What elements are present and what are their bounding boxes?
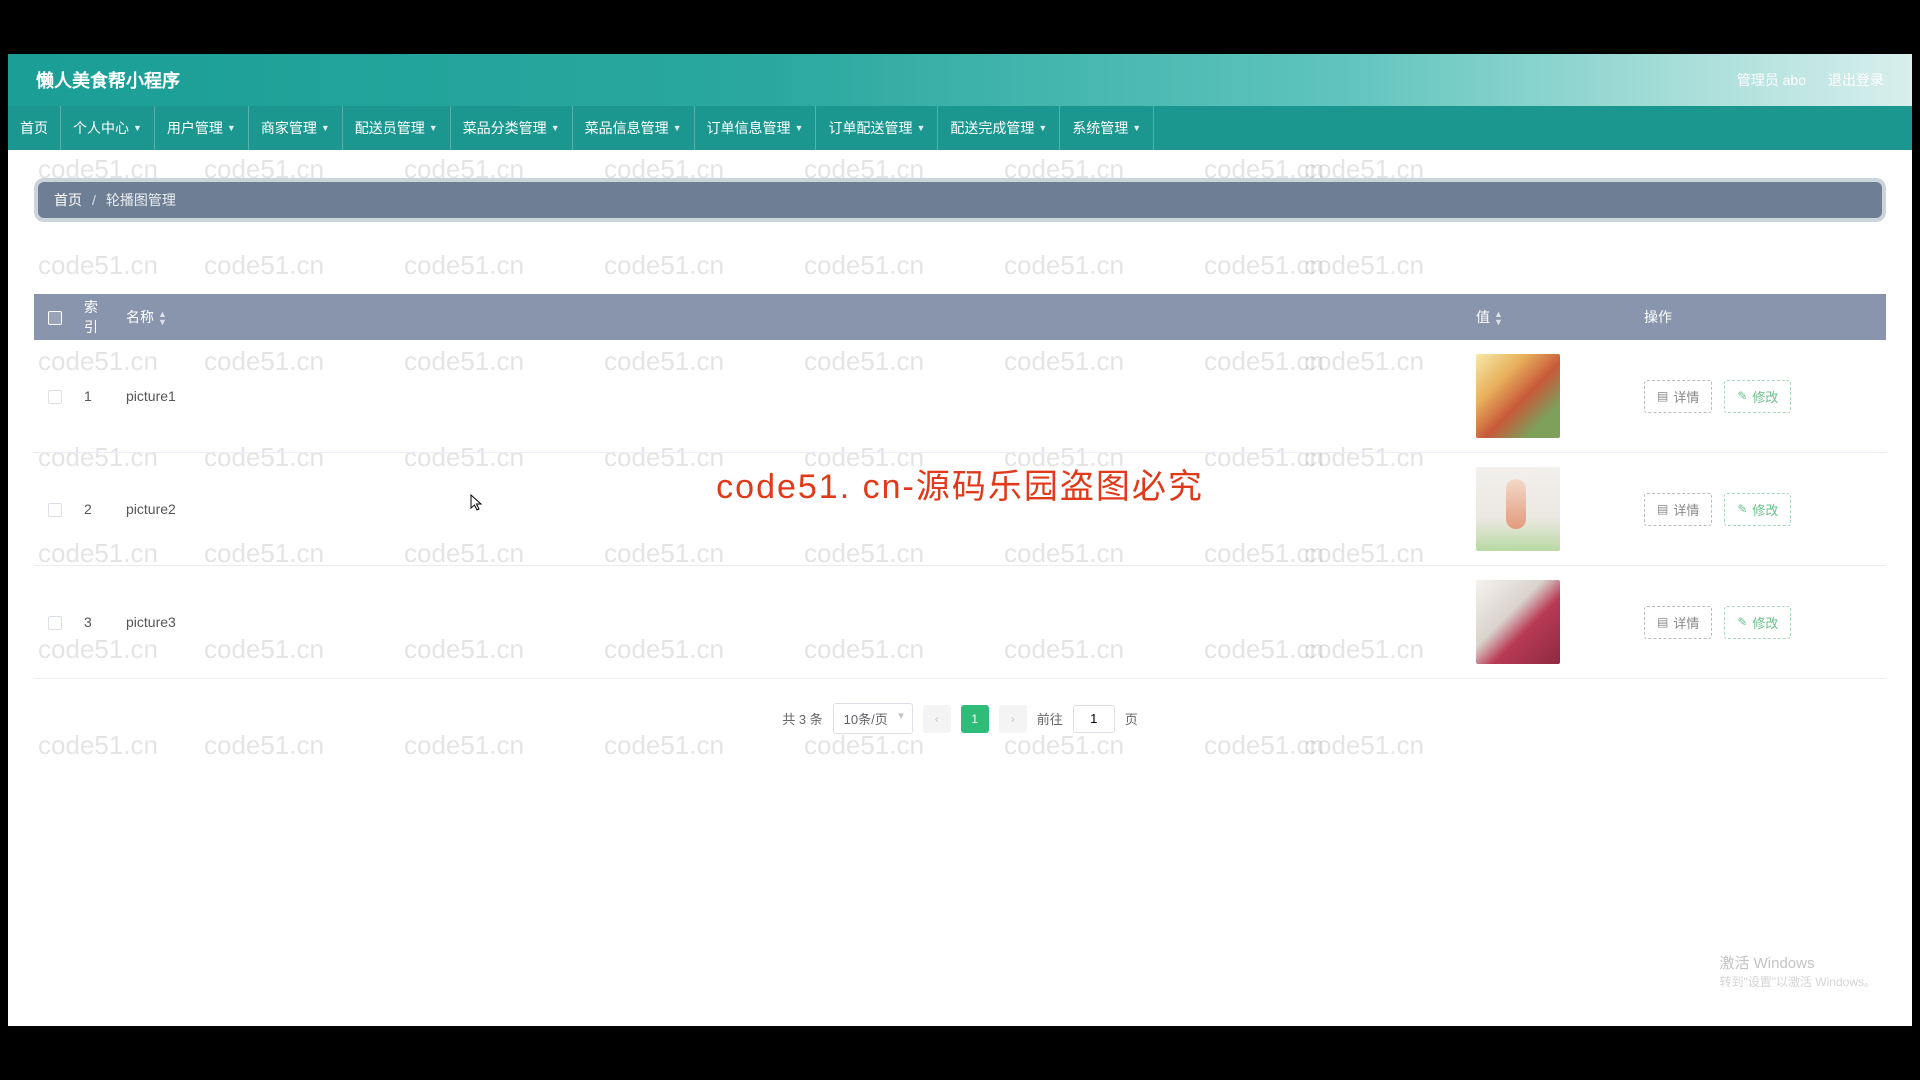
- row-checkbox[interactable]: [48, 616, 62, 630]
- row-name: picture2: [118, 453, 1468, 566]
- row-index: 1: [76, 340, 118, 453]
- detail-button[interactable]: ▤详情: [1644, 493, 1712, 526]
- goto-page-input[interactable]: [1073, 705, 1115, 733]
- nav-item-8[interactable]: 订单配送管理▼: [816, 106, 938, 150]
- chevron-down-icon: ▼: [1038, 123, 1047, 133]
- nav-item-9[interactable]: 配送完成管理▼: [938, 106, 1060, 150]
- data-table: 索引 名称▲▼ 值▲▼ 操作 1picture1 ▤详情 ✎修改 2picture2 ▤…: [34, 294, 1886, 679]
- nav-item-1[interactable]: 个人中心▼: [61, 106, 155, 150]
- row-index: 2: [76, 453, 118, 566]
- chevron-down-icon: ▼: [1132, 123, 1141, 133]
- edit-icon: ✎: [1737, 502, 1747, 516]
- app-title: 懒人美食帮小程序: [36, 67, 180, 93]
- detail-button[interactable]: ▤详情: [1644, 606, 1712, 639]
- row-checkbox[interactable]: [48, 390, 62, 404]
- nav-item-2[interactable]: 用户管理▼: [155, 106, 249, 150]
- col-name[interactable]: 名称▲▼: [118, 294, 1468, 340]
- table-row: 1picture1 ▤详情 ✎修改: [34, 340, 1886, 453]
- chevron-down-icon: ▼: [673, 123, 682, 133]
- col-ops: 操作: [1636, 294, 1886, 340]
- chevron-down-icon: ▼: [795, 123, 804, 133]
- breadcrumb: 首页 / 轮播图管理: [34, 178, 1886, 222]
- nav-item-0[interactable]: 首页: [8, 106, 61, 150]
- nav-item-5[interactable]: 菜品分类管理▼: [451, 106, 573, 150]
- next-page-button[interactable]: ›: [999, 705, 1027, 733]
- nav-item-6[interactable]: 菜品信息管理▼: [573, 106, 695, 150]
- detail-button[interactable]: ▤详情: [1644, 380, 1712, 413]
- row-thumbnail: [1476, 580, 1560, 664]
- goto-suffix: 页: [1125, 709, 1138, 728]
- edit-button[interactable]: ✎修改: [1724, 493, 1791, 526]
- edit-icon: ✎: [1737, 615, 1747, 629]
- chevron-down-icon: ▼: [429, 123, 438, 133]
- row-index: 3: [76, 566, 118, 679]
- table-row: 2picture2 ▤详情 ✎修改: [34, 453, 1886, 566]
- edit-icon: ✎: [1737, 389, 1747, 403]
- chevron-down-icon: ▼: [551, 123, 560, 133]
- logout-link[interactable]: 退出登录: [1828, 70, 1884, 90]
- row-thumbnail: [1476, 467, 1560, 551]
- nav-item-3[interactable]: 商家管理▼: [249, 106, 343, 150]
- row-name: picture1: [118, 340, 1468, 453]
- detail-icon: ▤: [1657, 389, 1668, 403]
- chevron-down-icon: ▼: [321, 123, 330, 133]
- row-checkbox[interactable]: [48, 503, 62, 517]
- detail-icon: ▤: [1657, 502, 1668, 516]
- page-size-select[interactable]: 10条/页: [833, 703, 913, 734]
- breadcrumb-home[interactable]: 首页: [54, 190, 82, 210]
- prev-page-button[interactable]: ‹: [923, 705, 951, 733]
- nav-item-4[interactable]: 配送员管理▼: [343, 106, 451, 150]
- edit-button[interactable]: ✎修改: [1724, 606, 1791, 639]
- row-name: picture3: [118, 566, 1468, 679]
- windows-activation-notice: 激活 Windows 转到"设置"以激活 Windows。: [1719, 952, 1876, 990]
- col-index: 索引: [76, 294, 118, 340]
- edit-button[interactable]: ✎修改: [1724, 380, 1791, 413]
- sort-icon: ▲▼: [1494, 310, 1503, 326]
- header-bar: 懒人美食帮小程序 管理员 abo 退出登录: [8, 54, 1912, 106]
- nav-bar: 首页个人中心▼用户管理▼商家管理▼配送员管理▼菜品分类管理▼菜品信息管理▼订单信…: [8, 106, 1912, 150]
- detail-icon: ▤: [1657, 615, 1668, 629]
- sort-icon: ▲▼: [158, 310, 167, 326]
- chevron-down-icon: ▼: [916, 123, 925, 133]
- col-value[interactable]: 值▲▼: [1468, 294, 1636, 340]
- nav-item-10[interactable]: 系统管理▼: [1060, 106, 1154, 150]
- goto-prefix: 前往: [1037, 709, 1063, 728]
- chevron-down-icon: ▼: [133, 123, 142, 133]
- table-row: 3picture3 ▤详情 ✎修改: [34, 566, 1886, 679]
- admin-label[interactable]: 管理员 abo: [1737, 70, 1806, 90]
- page-1-button[interactable]: 1: [961, 705, 989, 733]
- breadcrumb-sep: /: [92, 192, 96, 208]
- chevron-down-icon: ▼: [227, 123, 236, 133]
- nav-item-7[interactable]: 订单信息管理▼: [695, 106, 817, 150]
- row-thumbnail: [1476, 354, 1560, 438]
- pagination-total: 共 3 条: [782, 709, 822, 728]
- select-all-checkbox[interactable]: [48, 311, 62, 325]
- pagination: 共 3 条 10条/页 ‹ 1 › 前往 页: [34, 703, 1886, 734]
- breadcrumb-current: 轮播图管理: [106, 190, 176, 210]
